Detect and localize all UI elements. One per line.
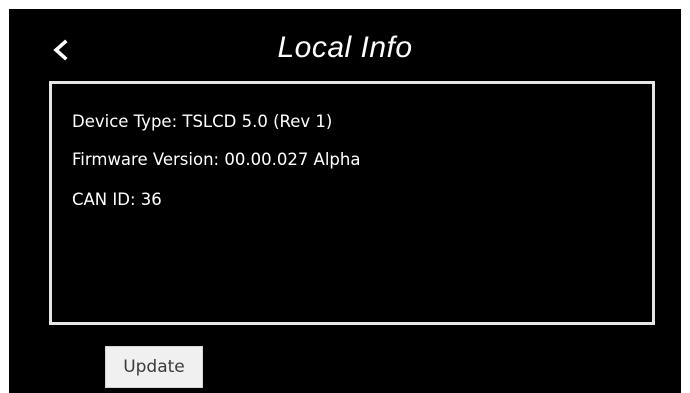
can-id-text: CAN ID: 36 <box>72 190 162 209</box>
update-button[interactable]: Update <box>105 346 203 388</box>
info-panel: Device Type: TSLCD 5.0 (Rev 1) Firmware … <box>49 81 655 325</box>
page-title: Local Info <box>277 31 413 64</box>
device-type-text: Device Type: TSLCD 5.0 (Rev 1) <box>72 112 333 131</box>
device-screen: Local Info Device Type: TSLCD 5.0 (Rev 1… <box>9 9 681 393</box>
firmware-version-text: Firmware Version: 00.00.027 Alpha <box>72 150 361 169</box>
